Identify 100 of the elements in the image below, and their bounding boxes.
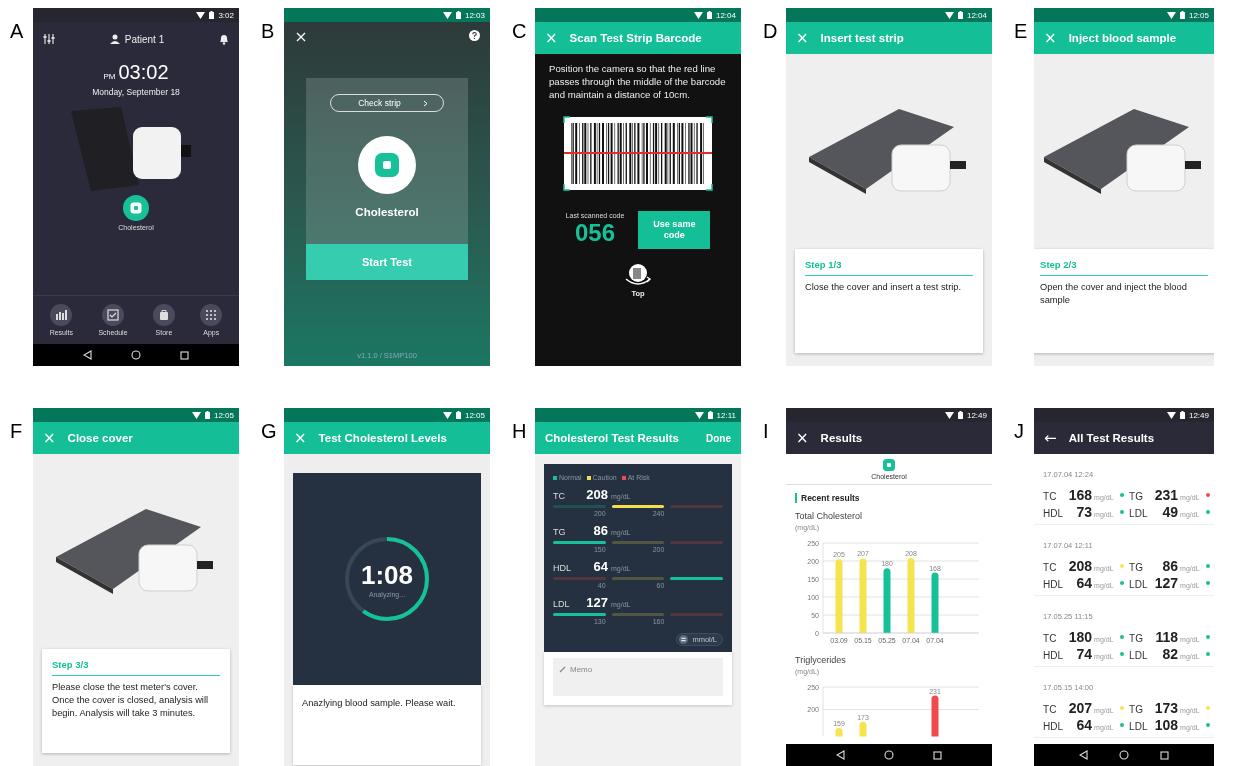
metric-value: 86 bbox=[592, 523, 608, 538]
battery-icon bbox=[957, 11, 963, 19]
person-icon bbox=[109, 34, 120, 44]
grid-icon bbox=[200, 304, 223, 326]
metric-name: TG bbox=[1129, 562, 1144, 573]
metric-value: 64 bbox=[1075, 575, 1093, 591]
chevron-icon bbox=[422, 99, 428, 107]
home-nav-icon[interactable] bbox=[1119, 750, 1130, 760]
metric-name: HDL bbox=[1043, 721, 1065, 732]
battery-icon bbox=[706, 11, 712, 19]
metric-value: 82 bbox=[1161, 646, 1179, 662]
screen-title: Cholesterol Test Results bbox=[545, 432, 680, 444]
metric-name: LDL bbox=[1129, 721, 1149, 732]
metric-name: TC bbox=[553, 491, 566, 501]
battery-icon bbox=[707, 411, 713, 419]
metric-value: 231 bbox=[1153, 487, 1179, 503]
screen-title: All Test Results bbox=[1068, 432, 1156, 444]
metric-name: HDL bbox=[553, 563, 572, 573]
status-time: 12:05 bbox=[464, 410, 485, 420]
wifi-icon bbox=[694, 411, 704, 419]
panel-label: E bbox=[1013, 19, 1029, 44]
close-button[interactable] bbox=[294, 30, 308, 44]
chart-title: Total Cholesterol bbox=[795, 511, 864, 521]
screen-title: Insert test strip bbox=[820, 32, 905, 44]
last-code-value: 056 bbox=[574, 219, 615, 248]
battery-icon bbox=[204, 411, 210, 419]
panel-label: H bbox=[511, 419, 528, 444]
metric-value: 74 bbox=[1075, 646, 1093, 662]
rotate-icon bbox=[624, 262, 652, 287]
step-label: Step 3/3 bbox=[52, 659, 220, 676]
metric-name: HDL bbox=[1043, 650, 1065, 661]
back-nav-icon[interactable] bbox=[82, 350, 92, 360]
patient-name[interactable]: Patient 1 bbox=[124, 33, 165, 45]
panel-label: I bbox=[762, 419, 770, 444]
step-label: Step 2/3 bbox=[1040, 259, 1209, 276]
panel-label: C bbox=[511, 19, 528, 44]
metric-name: HDL bbox=[1043, 579, 1065, 590]
back-nav-icon[interactable] bbox=[1079, 750, 1089, 760]
metric-value: 173 bbox=[1153, 700, 1179, 716]
battery-icon bbox=[1179, 411, 1185, 419]
metric-value: 49 bbox=[1161, 504, 1179, 520]
bag-icon bbox=[152, 304, 175, 326]
metric-value: 108 bbox=[1153, 717, 1179, 733]
metric-value: 86 bbox=[1161, 558, 1179, 574]
test-name: Cholesterol bbox=[355, 206, 419, 218]
memo-field[interactable]: Memo bbox=[553, 658, 723, 696]
status-time: 12:05 bbox=[213, 410, 234, 420]
panel-label: B bbox=[260, 19, 276, 44]
home-nav-icon[interactable] bbox=[884, 750, 894, 760]
app-icon bbox=[123, 195, 149, 221]
metric-name: TG bbox=[1129, 491, 1144, 502]
recents-nav-icon[interactable] bbox=[1159, 750, 1169, 760]
wifi-icon bbox=[191, 411, 201, 419]
step-instructions: Close the cover and insert a test strip. bbox=[805, 281, 963, 294]
panel-label: F bbox=[9, 419, 24, 444]
metric-value: 127 bbox=[1153, 575, 1179, 591]
status-time: 3:02 bbox=[218, 10, 234, 20]
header-nav-button[interactable]: × bbox=[794, 430, 811, 446]
status-time: 12:11 bbox=[716, 410, 736, 420]
status-time: 12:49 bbox=[966, 410, 987, 420]
back-nav-icon[interactable] bbox=[835, 750, 845, 760]
step-label: Step 1/3 bbox=[805, 259, 973, 276]
metric-value: 64 bbox=[1075, 717, 1093, 733]
status-time: 12:49 bbox=[1188, 410, 1209, 420]
wifi-icon bbox=[693, 11, 703, 19]
metric-name: LDL bbox=[1129, 650, 1149, 661]
app-icon bbox=[358, 136, 416, 194]
status-time: 12:03 bbox=[464, 10, 485, 20]
metric-name: LDL bbox=[1129, 508, 1149, 519]
screen-title: Results bbox=[820, 432, 864, 444]
calendar-icon bbox=[101, 304, 124, 326]
clock-time: 03:02 bbox=[118, 61, 169, 84]
header-nav-button[interactable]: ← bbox=[1042, 430, 1059, 446]
screen-title: Test Cholesterol Levels bbox=[318, 432, 448, 444]
screen-title: Close cover bbox=[67, 432, 134, 444]
status-time: 12:05 bbox=[1188, 10, 1209, 20]
countdown-time: 1:08 bbox=[360, 560, 413, 591]
metric-value: 207 bbox=[1067, 700, 1093, 716]
date-text: Monday, September 18 bbox=[92, 87, 180, 97]
recents-nav-icon[interactable] bbox=[180, 350, 190, 360]
app-icon bbox=[883, 459, 895, 471]
metric-value: 208 bbox=[585, 487, 608, 502]
metric-name: TG bbox=[1129, 633, 1144, 644]
help-icon[interactable] bbox=[469, 30, 480, 41]
section-title: Recent results bbox=[801, 493, 860, 503]
metric-name: TC bbox=[1043, 704, 1058, 715]
panel-label: G bbox=[260, 419, 278, 444]
metric-name: TG bbox=[1129, 704, 1144, 715]
bell-icon[interactable] bbox=[219, 33, 229, 45]
recents-nav-icon[interactable] bbox=[933, 750, 943, 760]
screen-title: Inject blood sample bbox=[1068, 32, 1178, 44]
home-nav-icon[interactable] bbox=[131, 350, 141, 360]
swap-icon bbox=[679, 635, 689, 644]
metric-value: 168 bbox=[1067, 487, 1093, 503]
am-pm-indicator: PM bbox=[103, 72, 116, 81]
battery-icon bbox=[957, 411, 963, 419]
sliders-icon[interactable] bbox=[43, 33, 55, 45]
wifi-icon bbox=[442, 411, 452, 419]
battery-icon bbox=[209, 11, 215, 19]
metric-value: 180 bbox=[1067, 629, 1093, 645]
